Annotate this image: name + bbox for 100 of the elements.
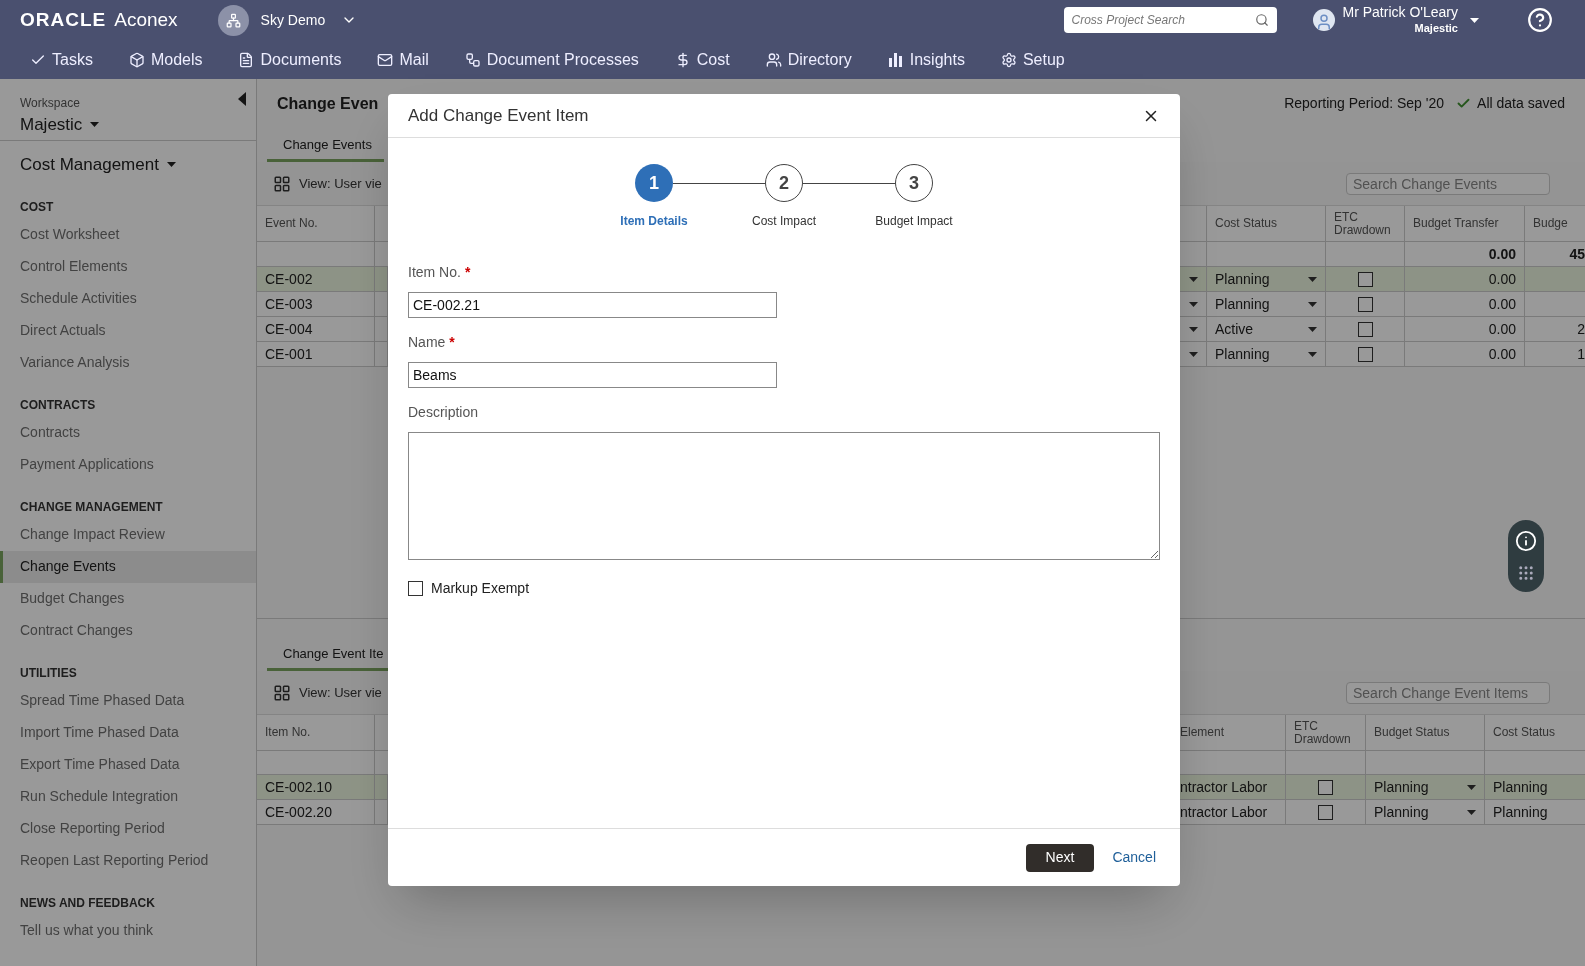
description-field[interactable] xyxy=(408,432,1160,560)
caret-icon xyxy=(1188,301,1198,307)
column-header: ETC Drawdown xyxy=(1334,210,1392,237)
table-cell-text: ntractor Labor xyxy=(1180,802,1268,822)
sidebar-item[interactable]: Contract Changes xyxy=(0,614,256,647)
checkbox[interactable] xyxy=(1357,321,1373,337)
table-row[interactable]: Cost Status ETC Drawdown Budget Transfer Budge xyxy=(1180,206,1585,241)
checkbox[interactable] xyxy=(1357,346,1373,362)
section-heading: CONTRACTS xyxy=(20,397,96,414)
table-row[interactable]: Element ETC Drawdown Budget Status Cost Status xyxy=(1180,715,1585,750)
next-button[interactable]: Next xyxy=(1025,843,1095,872)
table-row[interactable]: CE-003 xyxy=(257,292,388,316)
keypad-icon[interactable] xyxy=(1517,564,1535,582)
table-row[interactable]: Planning 0.00 1 xyxy=(1180,342,1585,366)
sidebar-item[interactable]: Reopen Last Reporting Period xyxy=(0,844,256,877)
table-cell-text: Planning xyxy=(1374,777,1429,797)
sidebar-item[interactable]: Direct Actuals xyxy=(0,314,256,347)
table-row[interactable]: CE-002 xyxy=(257,267,388,291)
caret-icon xyxy=(1308,351,1317,357)
nav-icon xyxy=(238,51,255,68)
checkbox[interactable] xyxy=(1357,296,1373,312)
sidebar-item[interactable]: Contracts xyxy=(0,416,256,449)
step-label: Item Details xyxy=(620,213,688,230)
caret-icon xyxy=(1467,784,1476,790)
table-cell-text: CE-001 xyxy=(265,344,313,364)
sidebar-item[interactable]: Variance Analysis xyxy=(0,346,256,379)
view-selector[interactable]: View: User vie xyxy=(299,173,382,194)
sidebar-item[interactable]: Control Elements xyxy=(0,250,256,283)
sidebar-item[interactable]: Payment Applications xyxy=(0,448,256,481)
nav-item[interactable]: Setup xyxy=(1000,47,1065,72)
caret-icon xyxy=(1308,301,1317,307)
search-field[interactable]: Search Change Event Items xyxy=(1346,681,1550,704)
table-row[interactable]: Event No. xyxy=(257,206,388,241)
nav-icon xyxy=(464,51,481,68)
info-icon[interactable] xyxy=(1515,530,1537,552)
nav-item[interactable]: Tasks xyxy=(30,47,93,72)
checkbox[interactable] xyxy=(1318,804,1333,820)
section-heading: CHANGE MANAGEMENT xyxy=(20,499,163,516)
table-row[interactable]: Planning 0.00 xyxy=(1180,267,1585,291)
table-row[interactable]: Active 0.00 2 xyxy=(1180,317,1585,341)
workspace-selector[interactable]: Majestic xyxy=(20,112,100,138)
table-row[interactable]: ntractor Labor Planning Planning xyxy=(1180,775,1585,799)
nav-item[interactable]: Models xyxy=(128,47,203,72)
table-cell-text: 0.00 xyxy=(1488,294,1516,314)
project-switcher[interactable]: Sky Demo xyxy=(260,9,326,31)
sidebar-item[interactable]: Spread Time Phased Data xyxy=(0,684,256,717)
sidebar-item[interactable]: Cost Worksheet xyxy=(0,218,256,251)
column-header: Budget Transfer xyxy=(1413,217,1499,230)
nav-icon xyxy=(377,51,394,68)
checkbox[interactable] xyxy=(408,581,423,596)
search-field[interactable]: Cross Project Search xyxy=(1063,7,1277,33)
help-icon[interactable] xyxy=(1527,7,1553,33)
grid-view-icon[interactable] xyxy=(273,683,291,702)
sidebar-item[interactable]: Change Impact Review xyxy=(0,518,256,551)
section-heading: NEWS AND FEEDBACK xyxy=(20,895,155,912)
sidebar-item[interactable]: Change Events xyxy=(0,550,256,583)
nav-item[interactable]: Cost xyxy=(674,47,730,72)
sidebar-item[interactable]: Run Schedule Integration xyxy=(0,780,256,813)
user-organization: Majestic xyxy=(1414,21,1458,36)
table-row[interactable]: Item No. xyxy=(257,715,388,750)
sidebar-item[interactable]: Export Time Phased Data xyxy=(0,748,256,781)
user-avatar xyxy=(1312,9,1335,31)
column-header: Cost Status xyxy=(1215,217,1278,230)
help-widget[interactable] xyxy=(1508,520,1544,592)
cancel-link[interactable]: Cancel xyxy=(1112,847,1156,868)
checkbox[interactable] xyxy=(1357,271,1373,287)
table-row[interactable]: CE-002.10 xyxy=(257,775,388,799)
text-field[interactable]: CE-002.21 xyxy=(408,292,777,318)
required-mark: * xyxy=(449,332,455,352)
checkbox[interactable] xyxy=(1318,779,1333,795)
table-row[interactable]: CE-002.20 xyxy=(257,800,388,824)
view-selector[interactable]: View: User vie xyxy=(299,682,382,703)
section-heading: COST xyxy=(20,199,54,216)
module-selector[interactable]: Cost Management xyxy=(0,152,256,178)
nav-item[interactable]: Document Processes xyxy=(464,47,639,72)
caret-icon xyxy=(1467,809,1476,815)
table-row[interactable]: 0.00 45 xyxy=(1180,242,1585,266)
reporting-period: Reporting Period: Sep '20 xyxy=(1284,94,1445,113)
search-icon[interactable] xyxy=(1254,13,1269,27)
table-row[interactable]: CE-001 xyxy=(257,342,388,366)
step-label: Budget Impact xyxy=(875,213,953,230)
table-row[interactable]: ntractor Labor Planning Planning xyxy=(1180,800,1585,824)
caret-icon xyxy=(1188,326,1198,332)
grid-view-icon[interactable] xyxy=(273,174,291,193)
logo[interactable]: ORACLE Aconex xyxy=(20,5,178,35)
table-row[interactable]: Planning 0.00 xyxy=(1180,292,1585,316)
sidebar-item[interactable]: Close Reporting Period xyxy=(0,812,256,845)
sidebar-item[interactable]: Import Time Phased Data xyxy=(0,716,256,749)
collapse-icon[interactable] xyxy=(238,92,246,106)
nav-item[interactable]: Directory xyxy=(765,47,852,72)
text-field[interactable]: Beams xyxy=(408,362,777,388)
nav-item[interactable]: Mail xyxy=(377,47,429,72)
nav-item[interactable]: Insights xyxy=(887,47,965,72)
sidebar-item[interactable]: Tell us what you think xyxy=(0,914,256,947)
nav-item[interactable]: Documents xyxy=(238,47,342,72)
required-mark: * xyxy=(464,262,471,282)
table-row[interactable]: CE-004 xyxy=(257,317,388,341)
sidebar-item[interactable]: Schedule Activities xyxy=(0,282,256,315)
search-field[interactable]: Search Change Events xyxy=(1346,172,1550,195)
table-cell-text: Planning xyxy=(1493,802,1548,822)
